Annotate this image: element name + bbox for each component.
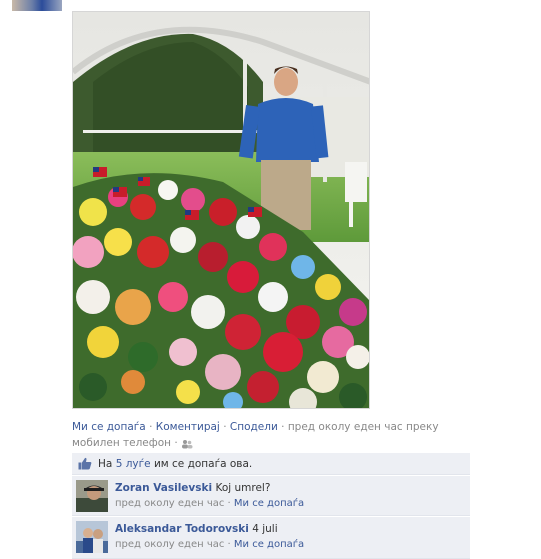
likes-count-link[interactable]: 5 луѓе [116, 458, 151, 470]
comment-item: Aleksandar Todorovski 4 juli пред околу … [72, 517, 470, 559]
comment-like-link[interactable]: Ми се допаѓа [234, 498, 304, 509]
avatar[interactable] [76, 480, 108, 512]
comment-time: пред околу еден час [115, 539, 225, 550]
avatar[interactable] [76, 521, 108, 553]
like-link[interactable]: Ми се допаѓа [72, 421, 146, 433]
comment-link[interactable]: Коментирај [156, 421, 220, 433]
poster-avatar[interactable] [12, 0, 62, 11]
comment-like-link[interactable]: Ми се допаѓа [234, 539, 304, 550]
likes-summary: На 5 луѓе им се допаѓа ова. [72, 453, 470, 475]
comment-item: Zoran Vasilevski Koj umrel? пред околу е… [72, 476, 470, 516]
comment-author[interactable]: Zoran Vasilevski [115, 482, 212, 494]
comment-time: пред околу еден час [115, 498, 225, 509]
thumbs-up-icon [78, 457, 92, 470]
comment-author[interactable]: Aleksandar Todorovski [115, 523, 249, 535]
comment-text: 4 juli [252, 523, 278, 535]
post-photo[interactable] [72, 11, 370, 409]
share-link[interactable]: Сподели [230, 421, 278, 433]
post-actions: Ми се допаѓа · Коментирај · Сподели · пр… [72, 421, 439, 449]
comment-text: Koj umrel? [215, 482, 271, 494]
mobile-people-icon [181, 438, 193, 449]
